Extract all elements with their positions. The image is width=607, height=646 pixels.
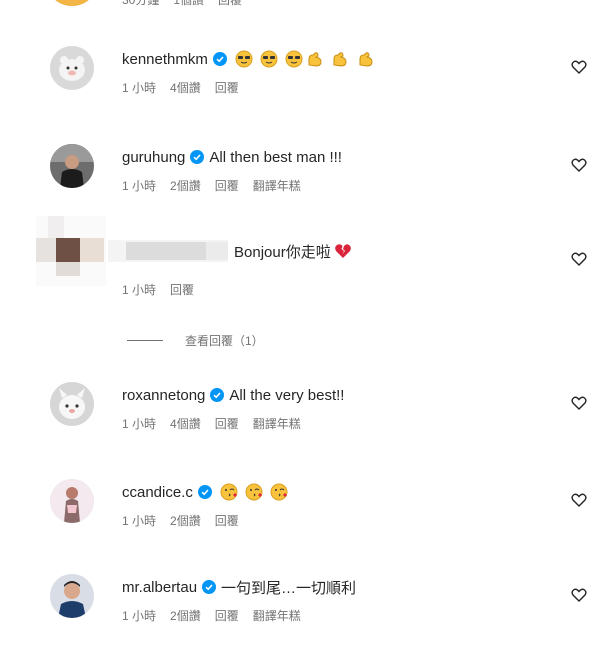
comment-item: ccandice.c 1 小時 2個讚 回覆: [0, 479, 607, 549]
comment-item: kennethmkm 1 小時 4個讚 回覆: [0, 46, 607, 116]
reply-button[interactable]: 回覆: [215, 79, 239, 96]
username-blurred[interactable]: [108, 240, 228, 262]
heart-outline-icon[interactable]: [571, 158, 587, 172]
comment-username[interactable]: kennethmkm: [122, 51, 208, 68]
heart-outline-icon[interactable]: [571, 396, 587, 410]
heart-outline-icon[interactable]: [571, 493, 587, 507]
comment-time: 1 小時: [122, 417, 157, 431]
avatar-partial[interactable]: [50, 0, 94, 6]
comment-item: roxannetong All the very best!! 1 小時 4個讚…: [0, 382, 607, 452]
comment-username[interactable]: ccandice.c: [122, 484, 193, 501]
view-replies-label: 查看回覆（1）: [185, 334, 264, 348]
kissing-face-emoji-icon: [217, 483, 288, 501]
comment-likes[interactable]: 2個讚: [170, 607, 201, 624]
reply-button[interactable]: 回覆: [215, 177, 239, 194]
verified-badge-icon: [190, 150, 205, 164]
reply-button[interactable]: 回覆: [170, 281, 194, 298]
reply-button[interactable]: 回覆: [218, 0, 242, 8]
heart-outline-icon[interactable]: [571, 588, 587, 602]
comment-likes[interactable]: 4個讚: [170, 415, 201, 432]
verified-badge-icon: [197, 485, 212, 499]
comment-username[interactable]: mr.albertau: [122, 579, 197, 596]
comment-time: 1 小時: [122, 81, 157, 95]
comment-time: 1 小時: [122, 609, 157, 623]
avatar[interactable]: [50, 479, 94, 523]
comment-likes[interactable]: 2個讚: [170, 177, 201, 194]
flexed-biceps-emoji-icon: [303, 50, 374, 68]
avatar-blurred[interactable]: [36, 216, 106, 286]
comment-time: 30分鐘: [122, 0, 160, 7]
comment-username[interactable]: roxannetong: [122, 387, 205, 404]
avatar[interactable]: [50, 382, 94, 426]
comment-text: All then best man !!!: [209, 148, 342, 166]
heart-outline-icon[interactable]: [571, 252, 587, 266]
reply-button[interactable]: 回覆: [215, 607, 239, 624]
view-replies-button[interactable]: 查看回覆（1）: [127, 332, 264, 349]
comment-item: Bonjour你走啦 1 小時 回覆: [0, 216, 607, 308]
comment-likes[interactable]: 2個讚: [170, 512, 201, 529]
heart-outline-icon[interactable]: [571, 60, 587, 74]
divider: [127, 340, 163, 341]
verified-badge-icon: [212, 52, 227, 66]
comment-likes[interactable]: 4個讚: [170, 79, 201, 96]
comment-text: 一句到尾…一切順利: [221, 579, 357, 597]
reply-button[interactable]: 回覆: [215, 415, 239, 432]
translate-button[interactable]: 翻譯年糕: [253, 415, 301, 432]
comment-text: Bonjour你走啦: [234, 243, 331, 261]
verified-badge-icon: [210, 388, 225, 402]
partial-comment-meta: 30分鐘 1個讚 回覆: [122, 0, 242, 8]
comment-time: 1 小時: [122, 179, 157, 193]
translate-button[interactable]: 翻譯年糕: [253, 177, 301, 194]
comment-item: mr.albertau 一句到尾…一切順利 1 小時 2個讚 回覆 翻譯年糕: [0, 574, 607, 644]
avatar[interactable]: [50, 144, 94, 188]
broken-heart-emoji-icon: [334, 244, 351, 258]
comment-likes[interactable]: 1個讚: [173, 0, 204, 8]
comment-time: 1 小時: [122, 283, 157, 297]
verified-badge-icon: [202, 580, 217, 594]
avatar[interactable]: [50, 574, 94, 618]
reply-button[interactable]: 回覆: [215, 512, 239, 529]
sunglasses-emoji-icon: [232, 50, 303, 68]
avatar[interactable]: [50, 46, 94, 90]
translate-button[interactable]: 翻譯年糕: [253, 607, 301, 624]
comment-text: All the very best!!: [229, 386, 345, 404]
comment-username[interactable]: guruhung: [122, 149, 185, 166]
comment-item: guruhung All then best man !!! 1 小時 2個讚 …: [0, 144, 607, 214]
comment-time: 1 小時: [122, 514, 157, 528]
